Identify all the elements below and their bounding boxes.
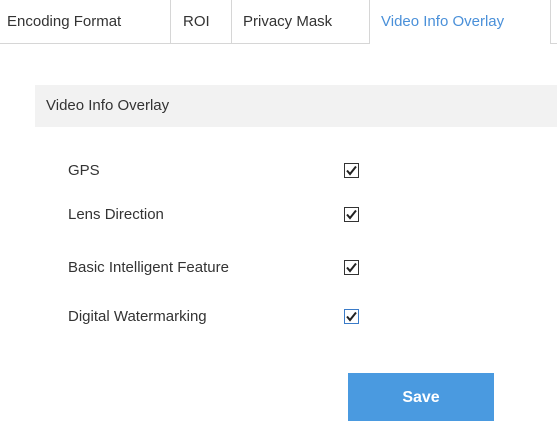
tab-video-info-overlay[interactable]: Video Info Overlay bbox=[370, 0, 551, 44]
checkmark-icon bbox=[346, 209, 357, 220]
tab-encoding-format[interactable]: Encoding Format bbox=[0, 0, 171, 43]
lens-direction-checkbox[interactable] bbox=[344, 207, 359, 222]
video-info-overlay-page: Encoding Format ROI Privacy Mask Video I… bbox=[0, 0, 557, 426]
gps-checkbox[interactable] bbox=[344, 163, 359, 178]
tab-roi[interactable]: ROI bbox=[171, 0, 232, 43]
option-row-lens-direction: Lens Direction bbox=[68, 203, 388, 227]
section-title: Video Info Overlay bbox=[35, 85, 557, 127]
option-row-basic-intelligent-feature: Basic Intelligent Feature bbox=[68, 256, 388, 280]
option-label-lens-direction: Lens Direction bbox=[68, 206, 164, 223]
option-row-digital-watermarking: Digital Watermarking bbox=[68, 305, 388, 329]
option-label-gps: GPS bbox=[68, 162, 100, 179]
option-row-gps: GPS bbox=[68, 159, 388, 183]
save-button[interactable]: Save bbox=[348, 373, 494, 421]
tab-privacy-mask[interactable]: Privacy Mask bbox=[232, 0, 370, 43]
digital-watermarking-checkbox[interactable] bbox=[344, 309, 359, 324]
option-label-basic-intelligent-feature: Basic Intelligent Feature bbox=[68, 259, 229, 276]
checkmark-icon bbox=[346, 311, 357, 322]
checkmark-icon bbox=[346, 262, 357, 273]
option-label-digital-watermarking: Digital Watermarking bbox=[68, 308, 207, 325]
checkmark-icon bbox=[346, 165, 357, 176]
tab-bar: Encoding Format ROI Privacy Mask Video I… bbox=[0, 0, 557, 44]
basic-intelligent-feature-checkbox[interactable] bbox=[344, 260, 359, 275]
